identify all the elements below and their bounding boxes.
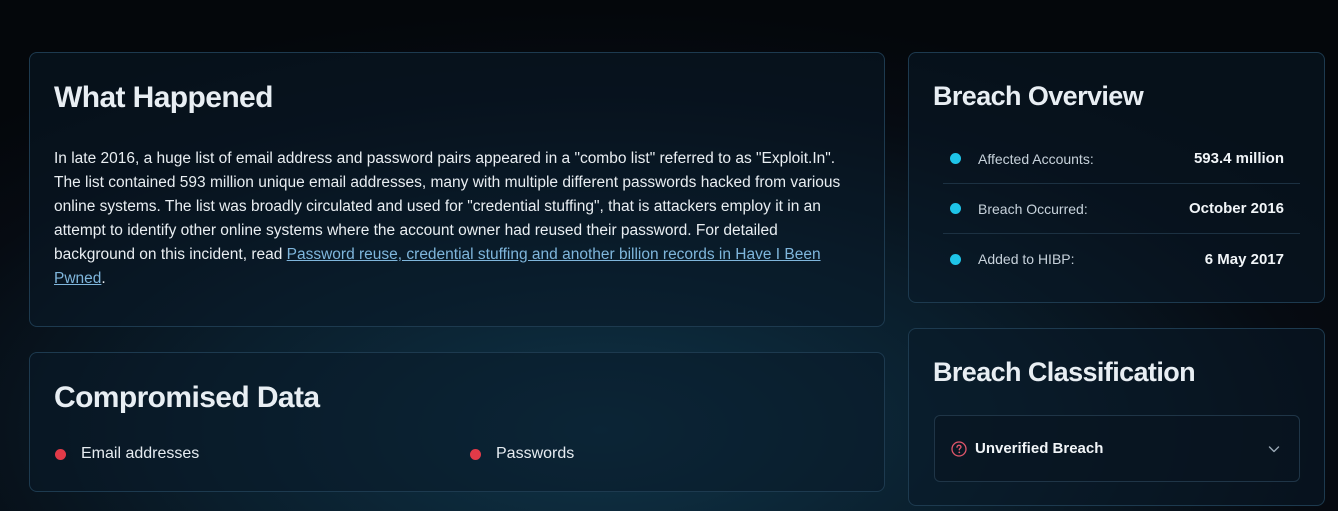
data-class-item: Passwords xyxy=(470,445,574,463)
what-happened-body: In late 2016, a huge list of email addre… xyxy=(54,147,844,291)
cyan-bullet-icon xyxy=(950,253,961,265)
data-class-item: Email addresses xyxy=(55,445,199,463)
what-happened-title: What Happened xyxy=(54,81,273,114)
compromised-data-title: Compromised Data xyxy=(54,381,320,414)
classification-dropdown[interactable]: Unverified Breach xyxy=(934,415,1300,482)
chevron-down-icon xyxy=(1268,445,1280,452)
overview-row-added-to-hibp: Added to HIBP: 6 May 2017 xyxy=(943,234,1300,284)
overview-value: 593.4 million xyxy=(1193,150,1284,167)
classification-value: Unverified Breach xyxy=(975,440,1104,457)
breach-overview-card: Breach Overview Affected Accounts: 593.4… xyxy=(908,52,1325,303)
what-happened-text-end: . xyxy=(101,270,106,287)
overview-row-affected-accounts: Affected Accounts: 593.4 million xyxy=(943,134,1300,184)
what-happened-card: What Happened In late 2016, a huge list … xyxy=(29,52,885,327)
overview-row-breach-occurred: Breach Occurred: October 2016 xyxy=(943,184,1300,234)
breach-overview-title: Breach Overview xyxy=(933,81,1144,111)
breach-classification-card: Breach Classification Unverified Breach xyxy=(908,328,1325,506)
compromised-data-card: Compromised Data Email addresses Passwor… xyxy=(29,352,885,492)
cyan-bullet-icon xyxy=(950,153,961,164)
overview-value: October 2016 xyxy=(1188,200,1284,217)
data-class-label: Passwords xyxy=(496,445,575,462)
overview-label: Affected Accounts: xyxy=(978,150,1094,167)
overview-label: Breach Occurred: xyxy=(978,200,1088,217)
data-class-label: Email addresses xyxy=(81,445,200,462)
cyan-bullet-icon xyxy=(950,203,961,214)
red-bullet-icon xyxy=(55,448,66,460)
overview-label: Added to HIBP: xyxy=(978,251,1075,267)
overview-value: 6 May 2017 xyxy=(1204,250,1284,268)
red-bullet-icon xyxy=(470,448,481,460)
question-circle-icon xyxy=(951,440,967,457)
breach-classification-title: Breach Classification xyxy=(933,357,1196,387)
